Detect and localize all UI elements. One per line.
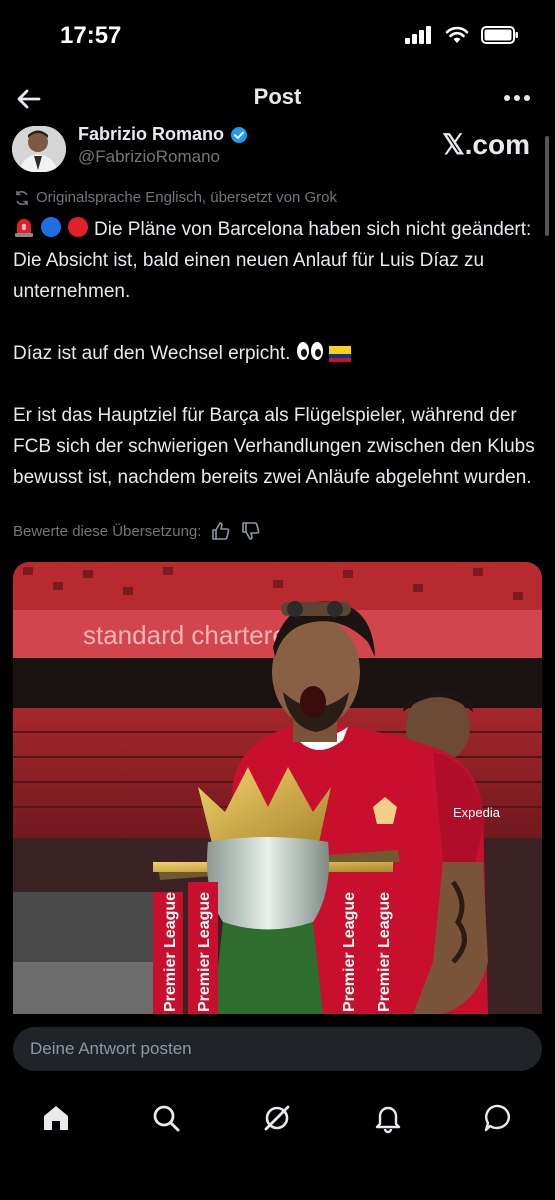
thumbs-up-icon[interactable] (211, 521, 231, 541)
ribbon-text-2: Premier League (196, 892, 213, 1012)
eyes-emoji-icon (296, 342, 323, 360)
blue-circle-emoji-icon (41, 217, 61, 237)
x-watermark: 𝕏.com (442, 129, 530, 160)
status-bar: 17:57 (0, 0, 555, 70)
tweet-text: Die Pläne von Barcelona haben sich nicht… (13, 214, 543, 493)
sponsor-text: Expedia (453, 805, 501, 820)
post-header: Post (0, 72, 555, 126)
colombia-flag-icon (328, 346, 351, 362)
tweet-paragraph-3: Er ist das Hauptziel für Barça als Flüge… (13, 405, 535, 488)
siren-emoji-icon (15, 219, 33, 237)
nav-notifications[interactable] (368, 1098, 408, 1138)
ribbon-text-3: Premier League (341, 892, 358, 1012)
rate-translation: Bewerte diese Übersetzung: (13, 521, 261, 541)
nav-messages[interactable] (478, 1098, 518, 1138)
translate-icon (16, 190, 28, 205)
author-name[interactable]: Fabrizio Romano (78, 124, 248, 145)
ribbon-text-1: Premier League (162, 892, 179, 1012)
nav-grok[interactable] (257, 1098, 297, 1138)
wifi-icon (445, 26, 469, 43)
home-icon (44, 1106, 68, 1130)
messages-icon (484, 1104, 510, 1132)
bell-icon (375, 1106, 401, 1134)
bottom-nav (0, 1084, 555, 1154)
translation-note: Originalsprache Englisch, übersetzt von … (14, 189, 337, 206)
thumbs-down-icon[interactable] (241, 521, 261, 541)
grok-icon (264, 1105, 290, 1131)
status-time: 17:57 (60, 22, 122, 49)
author-handle[interactable]: @FabrizioRomano (78, 147, 220, 167)
ribbon-text-4: Premier League (376, 892, 393, 1012)
scrollbar[interactable] (545, 136, 549, 236)
cellular-signal-icon (405, 26, 431, 44)
page-title: Post (253, 84, 302, 109)
tweet-paragraph-1: Die Pläne von Barcelona haben sich nicht… (13, 214, 543, 307)
verified-badge-icon (231, 126, 248, 143)
author-row: Fabrizio Romano @FabrizioRomano 𝕏.com (12, 124, 542, 180)
reply-area (0, 1014, 555, 1084)
nav-home[interactable] (36, 1098, 76, 1138)
avatar[interactable] (12, 126, 66, 172)
red-circle-emoji-icon (68, 217, 88, 237)
reply-input[interactable] (13, 1027, 542, 1071)
tweet-paragraph-2: Díaz ist auf den Wechsel erpicht. (13, 338, 543, 369)
nav-search[interactable] (146, 1098, 186, 1138)
post-image[interactable]: standard chartered Premier League Premie… (13, 562, 542, 1014)
stadium-banner-text: standard chartered (83, 620, 301, 650)
search-icon (153, 1105, 180, 1132)
battery-icon (481, 26, 518, 44)
more-options-icon[interactable] (503, 86, 531, 110)
